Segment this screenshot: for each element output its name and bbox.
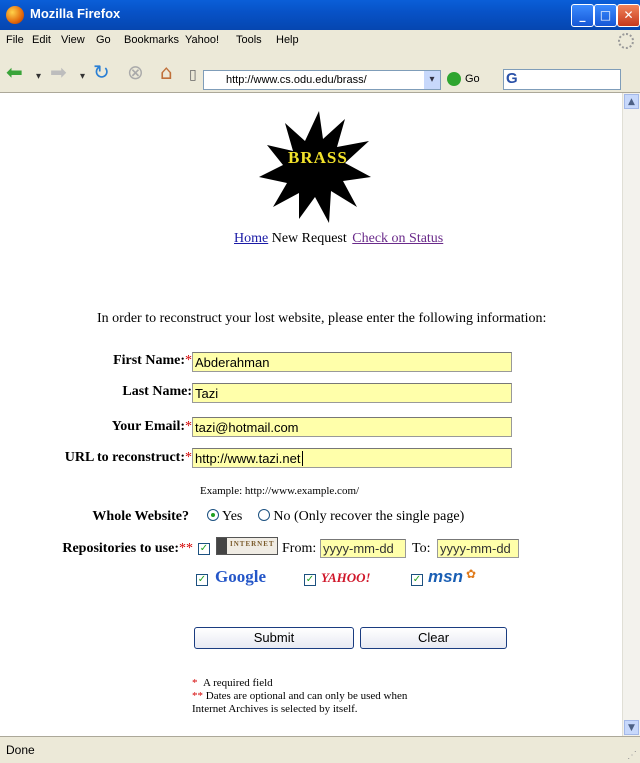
search-engine-icon[interactable]: G [506, 70, 518, 87]
required-footnote: * A required field [192, 677, 407, 690]
search-box[interactable]: G [503, 69, 621, 90]
url-example: Example: http://www.example.com/ [200, 485, 360, 497]
first-name-field[interactable]: Abderahman [192, 352, 512, 372]
dates-footnote: ** Dates are optional and can only be us… [192, 690, 407, 703]
double-required-marker: ** [179, 541, 193, 556]
check-status-link[interactable]: Check on Status [352, 231, 443, 246]
email-field[interactable]: tazi@hotmail.com [192, 417, 512, 437]
whole-website-options: Yes No (Only recover the single page) [207, 509, 464, 525]
whole-website-yes-radio[interactable] [207, 509, 219, 521]
first-name-label-text: First Name: [113, 353, 185, 368]
intro-text: In order to reconstruct your lost websit… [97, 311, 547, 326]
whole-website-label: Whole Website? [92, 509, 189, 524]
yahoo-checkbox[interactable]: ✓ [304, 574, 316, 586]
last-name-label: Last Name: [122, 384, 192, 399]
brass-logo [259, 111, 371, 223]
menu-yahoo[interactable]: Yahoo! [185, 34, 219, 46]
menu-bar: File Edit View Go Bookmarks Yahoo! Tools… [0, 30, 640, 52]
url-text[interactable]: http://www.cs.odu.edu/brass/ [226, 74, 367, 86]
scroll-down-icon[interactable]: ▼ [624, 720, 639, 735]
maximize-button[interactable]: □ [594, 4, 617, 27]
text-cursor [301, 451, 303, 466]
to-label: To: [412, 541, 431, 556]
last-name-field[interactable]: Tazi [192, 383, 512, 403]
email-label: Your Email:* [0, 419, 192, 435]
current-page-label: New Request [271, 231, 347, 246]
archive-building-icon [217, 538, 227, 554]
title-bar: Mozilla Firefox _ □ ✕ [0, 0, 640, 30]
minimize-button[interactable]: _ [571, 4, 594, 27]
msn-checkbox[interactable]: ✓ [411, 574, 423, 586]
url-label: URL to reconstruct:* [0, 450, 192, 466]
back-dropdown-icon[interactable]: ▾ [36, 67, 41, 87]
required-marker: * [185, 353, 192, 368]
menu-file[interactable]: File [6, 34, 24, 46]
internet-archive-checkbox[interactable]: ✓ [198, 543, 210, 555]
logo-text: BRASS [288, 148, 348, 167]
home-icon[interactable]: ⌂ [160, 62, 173, 82]
address-bar[interactable]: http://www.cs.odu.edu/brass/ ▾ [203, 70, 441, 90]
msn-logo: msn [428, 567, 463, 586]
footnotes: * A required field ** Dates are optional… [192, 677, 407, 716]
required-marker: * [185, 419, 192, 434]
whole-website-no-label[interactable]: No (Only recover the single page) [273, 509, 464, 524]
whole-website-yes-label[interactable]: Yes [222, 509, 242, 524]
from-label: From: [282, 541, 317, 556]
dates-footnote-text: Dates are optional and can only be used … [205, 690, 408, 702]
menu-go[interactable]: Go [96, 34, 111, 46]
yahoo-logo: YAHOO! [321, 570, 371, 585]
first-name-label: First Name:* [0, 353, 192, 369]
footnote-double-star: ** [192, 690, 203, 702]
to-date-field[interactable]: yyyy-mm-dd [437, 539, 519, 558]
reload-icon[interactable]: ↻ [93, 62, 110, 82]
menu-help[interactable]: Help [276, 34, 299, 46]
back-icon[interactable]: ⬅ [6, 62, 23, 82]
google-logo-text: Google [215, 567, 266, 586]
page-nav: Home New Request Check on Status [234, 231, 443, 247]
resize-grip-icon[interactable]: ⋰ [627, 750, 637, 761]
google-checkbox[interactable]: ✓ [196, 574, 208, 586]
firefox-icon [6, 6, 24, 24]
submit-button[interactable]: Submit [194, 627, 354, 649]
stop-icon[interactable]: ⊗ [127, 62, 144, 82]
page-content: BRASS Home New Request Check on Status I… [0, 93, 622, 736]
throbber-icon [618, 33, 634, 49]
go-icon[interactable] [447, 72, 461, 86]
menu-tools[interactable]: Tools [236, 34, 262, 46]
close-button[interactable]: ✕ [617, 4, 640, 27]
go-label[interactable]: Go [465, 73, 480, 85]
status-text: Done [6, 743, 35, 757]
url-field-value[interactable]: http://www.tazi.net [195, 451, 301, 466]
required-marker: * [185, 450, 192, 465]
menu-bookmarks[interactable]: Bookmarks [124, 34, 179, 46]
from-date-field[interactable]: yyyy-mm-dd [320, 539, 406, 558]
msn-butterfly-icon: ✿ [466, 567, 477, 581]
archive-logo-text: INTERNET [230, 540, 275, 548]
home-link[interactable]: Home [234, 231, 268, 246]
required-footnote-text: A required field [203, 677, 273, 689]
dates-footnote-line2: Internet Archives is selected by itself. [192, 703, 358, 715]
status-bar: Done ⋰ [0, 736, 640, 763]
scroll-up-icon[interactable]: ▲ [624, 94, 639, 109]
forward-icon[interactable]: ➡ [50, 62, 67, 82]
window-title: Mozilla Firefox [30, 6, 121, 21]
google-logo: Google [215, 567, 266, 587]
footnote-star: * [192, 677, 198, 689]
url-dropdown-icon[interactable]: ▾ [424, 71, 440, 89]
page-icon: ▯ [189, 67, 197, 83]
url-field[interactable]: http://www.tazi.net [192, 448, 512, 468]
internet-archive-logo: INTERNET [216, 537, 278, 555]
whole-website-no-radio[interactable] [257, 509, 270, 521]
repositories-label-text: Repositories to use: [62, 541, 179, 556]
email-label-text: Your Email: [111, 419, 185, 434]
vertical-scrollbar[interactable]: ▲ ▼ [622, 93, 640, 736]
forward-dropdown-icon[interactable]: ▾ [80, 67, 85, 87]
clear-button[interactable]: Clear [360, 627, 507, 649]
menu-edit[interactable]: Edit [32, 34, 51, 46]
url-label-text: URL to reconstruct: [64, 450, 185, 465]
repositories-label: Repositories to use:** [0, 541, 193, 557]
menu-view[interactable]: View [61, 34, 85, 46]
